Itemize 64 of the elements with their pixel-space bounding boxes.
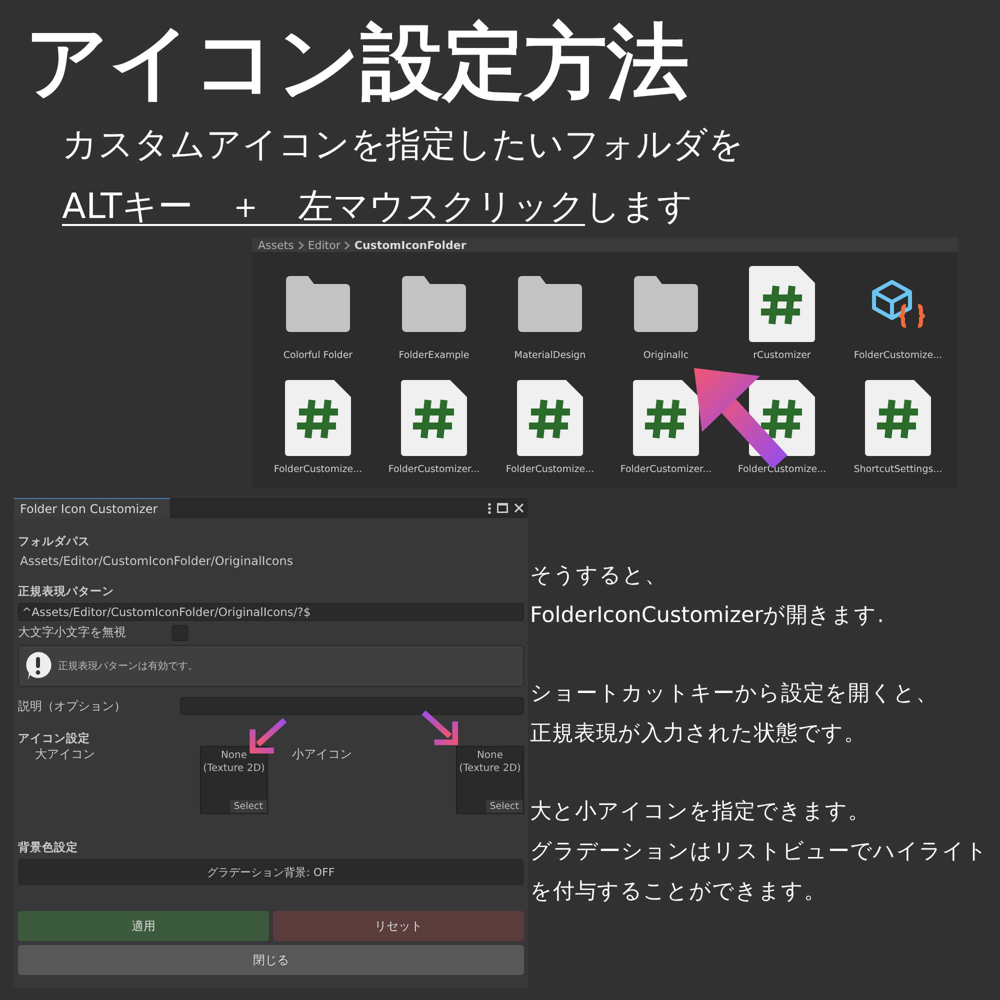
script-file-icon	[749, 266, 815, 342]
asset-label[interactable]: rCustomizer	[753, 350, 811, 361]
section-heading: 正規表現パターン	[18, 584, 115, 599]
asset-label[interactable]: FolderCustomize...	[738, 464, 826, 475]
note-text: 大と小アイコンを指定できます。	[530, 798, 871, 826]
script-file-icon	[633, 380, 699, 456]
asset-label[interactable]: FolderCustomize...	[506, 464, 594, 475]
breadcrumb-link[interactable]: CustomIconFolder	[354, 238, 466, 252]
asset-label[interactable]: ShortcutSettings...	[854, 464, 942, 475]
help-message: 正規表現パターンは有効です。	[58, 660, 198, 673]
pointer-arrow	[250, 718, 287, 754]
close-icon[interactable]	[514, 503, 524, 513]
checkbox-label: 大文字小文字を無視	[18, 624, 126, 641]
note-text: グラデーションはリストビューでハイライト	[530, 838, 988, 866]
asset-label[interactable]: FolderCustomize...	[274, 464, 362, 475]
folder-path-text: Assets/Editor/CustomIconFolder/OriginalIcons	[19, 554, 294, 568]
texture-slot[interactable]: None (Texture 2D) Select	[456, 746, 524, 814]
instruction-text: カスタムアイコンを指定したいフォルダを	[62, 124, 745, 167]
asset-label[interactable]: FolderExample	[398, 350, 470, 361]
asset-label[interactable]: FolderCustomizer...	[388, 464, 480, 475]
script-file-icon	[517, 380, 583, 456]
cube-braces-icon	[870, 278, 926, 330]
note-text: FolderIconCustomizerが開きます.	[530, 602, 885, 630]
folder-icon	[632, 276, 700, 332]
select-button[interactable]: Select	[230, 800, 267, 813]
instruction-text: ALTキー ＋ 左マウスクリック します	[62, 186, 694, 229]
section-heading: 背景色設定	[18, 840, 79, 855]
description-input-field[interactable]	[180, 697, 524, 715]
reset-button[interactable]: リセット	[273, 911, 524, 941]
pointer-arrow	[422, 710, 458, 746]
close-button[interactable]: 閉じる	[18, 945, 524, 975]
note-text: そうすると、	[530, 562, 668, 590]
script-file-icon	[401, 380, 467, 456]
texture-slot[interactable]: None (Texture 2D) Select	[200, 746, 268, 814]
chevron-right-icon	[344, 240, 350, 250]
field-label: 説明（オプション）	[18, 698, 127, 714]
more-icon[interactable]	[488, 502, 491, 514]
gradient-toggle-button[interactable]: グラデーション背景: OFF	[18, 859, 524, 885]
script-file-icon	[285, 380, 351, 456]
note-text: 正規表現が入力された状態です。	[530, 720, 867, 748]
note-text: ショートカットキーから設定を開くと、	[530, 680, 939, 708]
maximize-icon[interactable]	[497, 503, 508, 513]
section-heading: フォルダパス	[18, 534, 91, 549]
chevron-right-icon	[298, 240, 304, 250]
asset-label[interactable]: Colorful Folder	[283, 350, 353, 361]
asset-label[interactable]: FolderCustomizer...	[620, 464, 712, 475]
field-label: 大アイコン	[34, 746, 96, 763]
breadcrumb-link[interactable]: Editor	[308, 238, 340, 252]
script-file-icon	[865, 380, 931, 456]
section-heading: アイコン設定	[18, 731, 91, 746]
asset-label[interactable]: OriginalIc	[643, 350, 689, 361]
folder-icon	[284, 276, 352, 332]
asset-label[interactable]: FolderCustomize...	[854, 350, 942, 361]
folder-icon	[400, 276, 468, 332]
regex-input-field[interactable]: ^Assets/Editor/CustomIconFolder/OriginalIcons/?$	[18, 603, 524, 621]
field-label: 小アイコン	[291, 746, 353, 763]
folder-icon	[516, 276, 584, 332]
breadcrumb-link[interactable]: Assets	[258, 238, 294, 252]
asset-label[interactable]: MaterialDesign	[514, 350, 586, 361]
select-button[interactable]: Select	[486, 800, 523, 813]
apply-button[interactable]: 適用	[18, 911, 269, 941]
info-icon	[24, 651, 52, 681]
note-text: を付与することができます。	[530, 878, 827, 906]
window-tab[interactable]: Folder Icon Customizer	[14, 498, 170, 518]
